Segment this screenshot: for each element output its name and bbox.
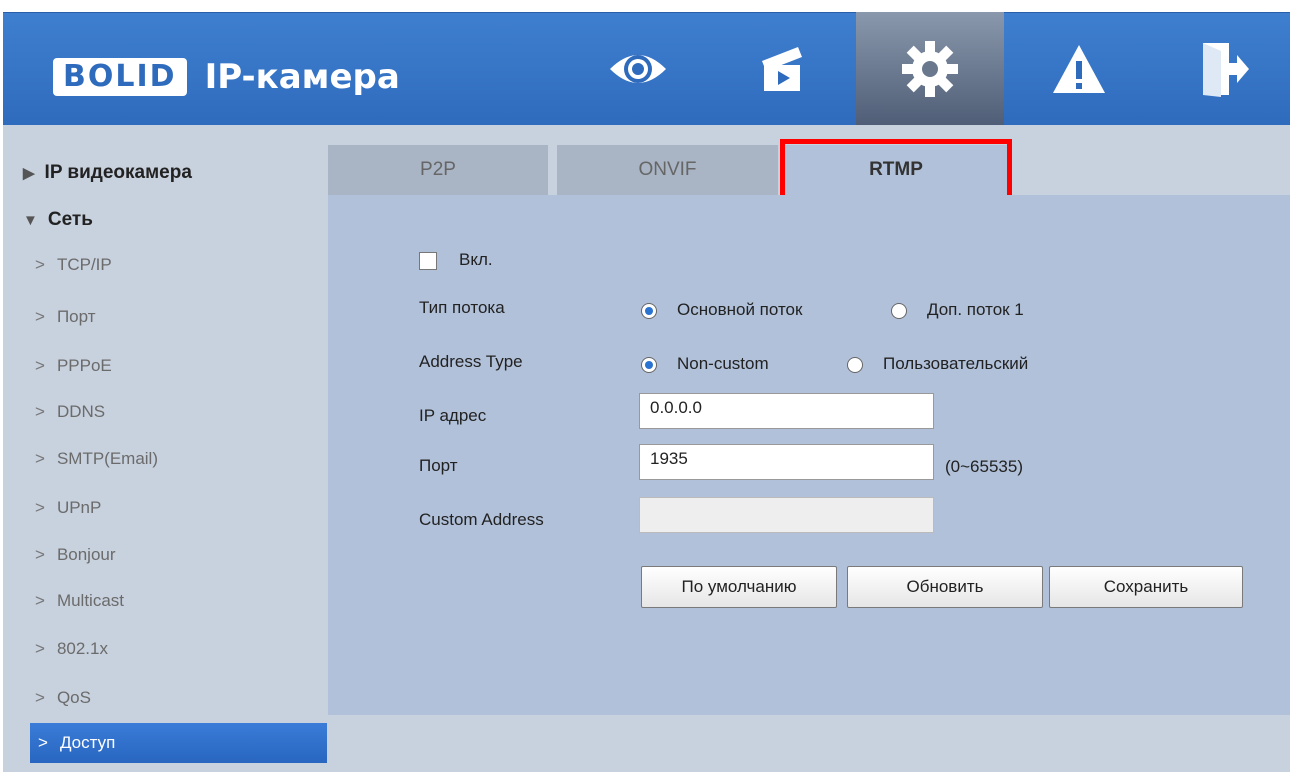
- sidebar-item-tcpip[interactable]: > TCP/IP: [3, 245, 323, 285]
- stream-main-radio[interactable]: [641, 303, 657, 319]
- chevron-right-icon: >: [35, 449, 45, 468]
- stream-main-label: Основной поток: [677, 300, 803, 319]
- chevron-right-icon: >: [35, 639, 45, 658]
- sidebar-item-bonjour[interactable]: > Bonjour: [3, 535, 323, 575]
- chevron-right-icon: >: [35, 255, 45, 274]
- sidebar-section-label: IP видеокамера: [44, 162, 192, 183]
- sidebar-item-label: PPPoE: [56, 356, 112, 375]
- sidebar-item-8021x[interactable]: >802.1x: [3, 629, 323, 669]
- sidebar-item-port[interactable]: > Порт: [3, 297, 323, 337]
- enable-checkbox[interactable]: [419, 252, 437, 270]
- chevron-right-icon: >: [35, 356, 45, 375]
- gear-icon[interactable]: [856, 12, 1004, 125]
- chevron-right-icon: >: [35, 307, 45, 326]
- warning-icon[interactable]: [1005, 12, 1153, 125]
- chevron-right-icon: >: [35, 545, 45, 564]
- chevron-right-icon: >: [35, 498, 45, 517]
- stream-type-label: Тип потока: [419, 298, 505, 317]
- port-range-hint: (0~65535): [945, 457, 1023, 476]
- custom-address-input[interactable]: [639, 497, 934, 533]
- sidebar-item-qos[interactable]: > QoS: [3, 678, 323, 718]
- sidebar-item-smtp[interactable]: > SMTP(Email): [3, 439, 323, 479]
- sidebar-item-access[interactable]: > Доступ: [30, 723, 327, 763]
- chevron-right-icon: >: [35, 591, 45, 610]
- chevron-right-icon: >: [35, 688, 45, 707]
- tab-onvif[interactable]: ONVIF: [557, 145, 778, 195]
- stream-sub-label: Доп. поток 1: [927, 300, 1024, 319]
- sidebar-item-ddns[interactable]: > DDNS: [3, 392, 323, 432]
- default-button[interactable]: По умолчанию: [641, 566, 837, 608]
- port-label: Порт: [419, 456, 458, 475]
- sidebar-item-label: 802.1x: [56, 639, 108, 658]
- addr-custom-label: Пользовательский: [883, 354, 1029, 373]
- clapperboard-icon[interactable]: [708, 12, 856, 125]
- addr-noncustom-label: Non-custom: [677, 354, 769, 373]
- sidebar-item-pppoe[interactable]: > PPPoE: [3, 346, 323, 386]
- addr-noncustom-radio[interactable]: [641, 357, 657, 373]
- ip-address-label: IP адрес: [419, 406, 487, 425]
- sidebar-item-label: TCP/IP: [56, 255, 112, 274]
- save-button[interactable]: Сохранить: [1049, 566, 1243, 608]
- sidebar-item-label: SMTP(Email): [56, 449, 158, 468]
- addr-custom-radio[interactable]: [847, 357, 863, 373]
- port-input[interactable]: 1935: [639, 444, 934, 480]
- logout-icon[interactable]: [1150, 12, 1290, 125]
- sidebar-item-upnp[interactable]: > UPnP: [3, 488, 323, 528]
- sidebar-section-ip-camera[interactable]: ▶ IP видеокамера: [3, 154, 192, 192]
- sidebar-section-network[interactable]: ▼ Сеть: [3, 201, 93, 239]
- app-title: IP-камера: [204, 57, 400, 97]
- sidebar-item-label: UPnP: [56, 498, 102, 517]
- eye-icon[interactable]: [564, 12, 712, 125]
- custom-address-label: Custom Address: [419, 510, 544, 529]
- tab-p2p[interactable]: P2P: [328, 145, 548, 195]
- sidebar-item-multicast[interactable]: > Multicast: [3, 581, 323, 621]
- triangle-right-icon: ▶: [23, 165, 35, 182]
- bolid-logo: BOLID: [53, 58, 187, 96]
- triangle-down-icon: ▼: [23, 211, 38, 229]
- rtmp-settings-panel: Вкл. Тип потока Основной поток Доп. пото…: [328, 195, 1290, 715]
- sidebar-item-label: Bonjour: [56, 545, 116, 564]
- sidebar-item-label: Порт: [56, 307, 96, 326]
- sidebar-item-label: Multicast: [56, 591, 125, 610]
- sidebar-item-label: QoS: [56, 688, 91, 707]
- stream-sub-radio[interactable]: [891, 303, 907, 319]
- enable-label: Вкл.: [459, 250, 493, 269]
- sidebar-item-label: Доступ: [59, 733, 116, 752]
- brand-logo: BOLID IP-камера: [53, 56, 400, 98]
- address-type-label: Address Type: [419, 352, 523, 371]
- ip-address-input[interactable]: 0.0.0.0: [639, 393, 934, 429]
- sidebar-item-label: DDNS: [56, 402, 106, 421]
- chevron-right-icon: >: [35, 402, 45, 421]
- refresh-button[interactable]: Обновить: [847, 566, 1043, 608]
- chevron-right-icon: >: [38, 733, 48, 752]
- sidebar: ▶ IP видеокамера ▼ Сеть > TCP/IP > Порт > P…: [3, 125, 327, 772]
- sidebar-section-label: Сеть: [47, 209, 93, 230]
